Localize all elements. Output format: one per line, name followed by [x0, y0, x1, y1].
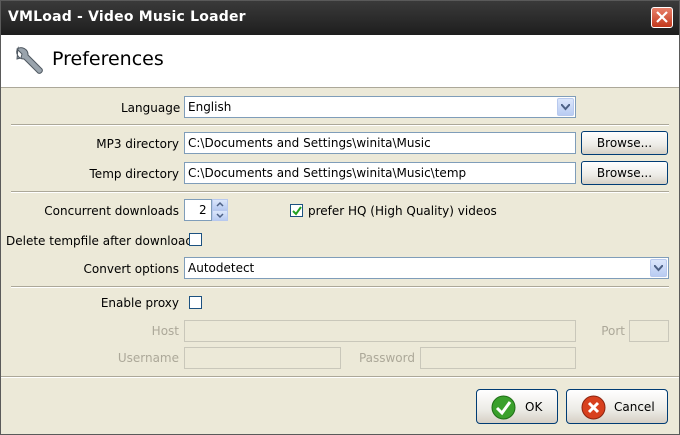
cancel-button[interactable]: Cancel [566, 389, 668, 424]
cancel-icon [581, 395, 606, 420]
port-input[interactable] [629, 320, 669, 342]
close-icon [656, 11, 668, 23]
ok-button[interactable]: OK [476, 389, 558, 424]
language-select[interactable]: English [184, 96, 576, 118]
divider [1, 376, 679, 378]
divider [11, 286, 669, 288]
host-label: Host [151, 324, 179, 338]
temp-directory-label: Temp directory [89, 167, 179, 181]
stepper-up-button[interactable] [212, 199, 228, 210]
username-label: Username [117, 351, 179, 365]
password-input[interactable] [420, 347, 576, 369]
concurrent-downloads-input[interactable]: 2 [184, 199, 212, 221]
password-label: Password [358, 351, 415, 365]
temp-directory-input[interactable]: C:\Documents and Settings\winita\Music\t… [184, 162, 576, 184]
convert-options-select[interactable]: Autodetect [184, 257, 669, 279]
language-label: Language [121, 101, 181, 115]
chevron-up-icon [216, 201, 224, 207]
prefer-hq-checkbox[interactable] [290, 204, 303, 217]
close-button[interactable] [651, 7, 673, 28]
port-label: Port [601, 324, 625, 338]
delete-tempfile-checkbox[interactable] [189, 233, 202, 246]
language-value: English [188, 100, 232, 114]
temp-directory-value: C:\Documents and Settings\winita\Music\t… [188, 166, 467, 180]
language-dropdown-button[interactable] [557, 98, 574, 116]
delete-tempfile-label: Delete tempfile after download [6, 234, 193, 248]
username-input[interactable] [184, 347, 341, 369]
dialog-header: Preferences [1, 35, 679, 88]
chevron-down-icon [654, 265, 663, 272]
divider [11, 191, 669, 193]
mp3-directory-label: MP3 directory [96, 137, 179, 151]
temp-browse-button[interactable]: Browse... [581, 161, 668, 185]
wrench-icon [16, 46, 43, 74]
title-bar[interactable]: VMLoad - Video Music Loader [1, 1, 679, 35]
mp3-directory-input[interactable]: C:\Documents and Settings\winita\Music [184, 132, 576, 154]
concurrent-downloads-value: 2 [199, 203, 207, 217]
preferences-window: VMLoad - Video Music Loader Preferences … [0, 0, 680, 435]
convert-options-label: Convert options [83, 262, 179, 276]
stepper-down-button[interactable] [212, 210, 228, 221]
divider [11, 124, 669, 126]
mp3-browse-button[interactable]: Browse... [581, 131, 668, 155]
enable-proxy-checkbox[interactable] [189, 296, 202, 309]
host-input[interactable] [184, 320, 576, 342]
cancel-label: Cancel [614, 400, 655, 414]
prefer-hq-label: prefer HQ (High Quality) videos [308, 204, 497, 218]
page-title: Preferences [52, 48, 164, 70]
concurrent-downloads-stepper[interactable] [212, 199, 228, 221]
mp3-directory-value: C:\Documents and Settings\winita\Music [188, 136, 431, 150]
convert-options-dropdown-button[interactable] [650, 259, 667, 277]
ok-label: OK [525, 400, 543, 414]
convert-options-value: Autodetect [188, 261, 255, 275]
checkmark-icon [292, 206, 302, 216]
chevron-down-icon [561, 104, 570, 111]
chevron-down-icon [216, 213, 224, 219]
checkmark-icon [491, 395, 516, 420]
window-title: VMLoad - Video Music Loader [8, 9, 246, 25]
enable-proxy-label: Enable proxy [100, 296, 179, 310]
concurrent-downloads-label: Concurrent downloads [44, 204, 179, 218]
